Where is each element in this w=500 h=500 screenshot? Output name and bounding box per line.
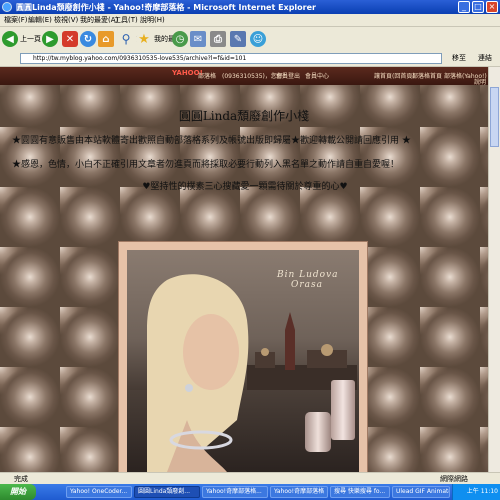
messenger-button[interactable]: ☺: [250, 30, 266, 48]
nav-blog-home-link[interactable]: 部落格首頁: [412, 71, 442, 80]
banner-text-line1: Bin Ludova: [277, 270, 339, 280]
task-button[interactable]: 搜尋 快樂搜尋 fo...: [330, 486, 390, 498]
clock[interactable]: 上午 11:10: [452, 484, 500, 500]
stop-button[interactable]: ✕: [62, 30, 78, 48]
print-icon: ⎙: [210, 31, 226, 47]
status-text: 完成: [14, 475, 28, 483]
menu-help[interactable]: 說明(H): [140, 15, 165, 25]
nav-home-link[interactable]: 讓首頁(回首頁): [374, 71, 415, 80]
taskbar: 開始 Yahoo! OneCoder... 圓圓Linda頹廢創... Yaho…: [0, 484, 500, 500]
banner-frame: Bin Ludova Orasa: [118, 241, 368, 472]
menu-favorites[interactable]: 我的最愛(A): [80, 15, 118, 25]
go-button[interactable]: 移至: [452, 53, 466, 63]
edit-icon: ✎: [230, 31, 246, 47]
back-label: 上一頁: [20, 35, 41, 43]
close-button[interactable]: ×: [486, 1, 498, 13]
refresh-icon: ↻: [80, 31, 96, 47]
task-button[interactable]: Ulead GIF Animato...: [392, 486, 450, 498]
star-icon: ★: [136, 31, 152, 47]
status-bar: 完成 網際網路: [0, 472, 500, 484]
forward-button[interactable]: ▶: [42, 30, 58, 48]
maximize-button[interactable]: □: [472, 1, 484, 13]
vertical-scrollbar[interactable]: [488, 67, 500, 472]
edit-button[interactable]: ✎: [230, 30, 246, 48]
task-button[interactable]: Yahoo!奇摩部落格...: [202, 486, 268, 498]
status-zone: 網際網路: [440, 475, 468, 483]
minimize-button[interactable]: _: [458, 1, 470, 13]
mail-button[interactable]: ✉: [190, 30, 206, 48]
mail-icon: ✉: [190, 31, 206, 47]
print-button[interactable]: ⎙: [210, 30, 226, 48]
address-input[interactable]: http://tw.myblog.yahoo.com/0936310535-lo…: [20, 53, 442, 64]
toolbar: ◀ 上一頁 ▶ ✕ ↻ ⌂ ⚲ 搜尋 ★ 我的最愛 ◷ ✉ ⎙ ✎ ☺: [0, 27, 500, 52]
start-button[interactable]: 開始: [0, 484, 36, 500]
banner-image: Bin Ludova Orasa: [127, 250, 359, 472]
banner-text-line2: Orasa: [291, 280, 324, 290]
messenger-icon: ☺: [250, 31, 266, 47]
menu-view[interactable]: 檢視(V): [54, 15, 78, 25]
back-arrow-icon: ◀: [2, 31, 18, 47]
perfume-bottle-small-icon: [305, 412, 331, 452]
blog-title[interactable]: 圓圓Linda頹廢創作小棧: [0, 107, 488, 124]
menu-bar: 檔案(F) 編輯(E) 檢視(V) 我的最愛(A) 工具(T) 說明(H): [0, 14, 500, 27]
nav-member-link[interactable]: 會員中心: [305, 71, 329, 80]
ie-icon: [2, 2, 12, 12]
nav-help-link[interactable]: 說明: [474, 77, 486, 86]
blog-nav-bar: YAHOO! 部落格 (0936310535)，您好！ 會員登出 會員中心 讓首…: [0, 67, 488, 86]
history-icon: ◷: [172, 31, 188, 47]
window-titlebar: 圓圓Linda頹廢創作小棧 - Yahoo!奇摩部落格 - Microsoft …: [0, 0, 500, 14]
back-button[interactable]: ◀ 上一頁: [2, 30, 41, 48]
scrollbar-thumb[interactable]: [490, 87, 499, 147]
stop-icon: ✕: [62, 31, 78, 47]
refresh-button[interactable]: ↻: [80, 30, 96, 48]
history-button[interactable]: ◷: [172, 30, 188, 48]
nav-logout-link[interactable]: 會員登出: [276, 71, 300, 80]
nav-blog-link[interactable]: 部落格: [198, 71, 216, 80]
forward-arrow-icon: ▶: [42, 31, 58, 47]
woman-portrait-icon: [147, 274, 249, 472]
home-icon: ⌂: [98, 31, 114, 47]
search-icon: ⚲: [118, 31, 134, 47]
blog-desc-line2: ★感恩，色情，小白不正確引用文章者勿進頁而將採取必要行動列入黑名單之動作請自重自…: [12, 160, 400, 170]
task-button-active[interactable]: 圓圓Linda頹廢創...: [134, 486, 200, 498]
task-button[interactable]: Yahoo! OneCoder...: [66, 486, 132, 498]
window-title: 圓圓Linda頹廢創作小棧 - Yahoo!奇摩部落格 - Microsoft …: [16, 3, 316, 12]
page-content: YAHOO! 部落格 (0936310535)，您好！ 會員登出 會員中心 讓首…: [0, 67, 488, 472]
menu-edit[interactable]: 編輯(E): [28, 15, 52, 25]
links-button[interactable]: 連結: [478, 53, 492, 63]
banner-text: Bin Ludova Orasa: [277, 270, 339, 290]
menu-file[interactable]: 檔案(F): [4, 15, 28, 25]
menu-tools[interactable]: 工具(T): [114, 15, 138, 25]
blog-desc-line3: ♥堅持性的樸素三心搜藏愛一顆需待關於尊重的心♥: [142, 182, 348, 192]
task-button[interactable]: Yahoo!奇摩部落格: [270, 486, 328, 498]
kremlin-skyline-icon: [247, 312, 357, 390]
perfume-bottle-icon: [331, 380, 355, 440]
address-bar: http://tw.myblog.yahoo.com/0936310535-lo…: [0, 51, 500, 67]
blog-desc-line1: ★圓圓有意販售由本站軟體寄出歡照自動部落格系列及帳號出版即歸屬★歡迎轉載公開請回…: [12, 136, 411, 146]
home-button[interactable]: ⌂: [98, 30, 114, 48]
